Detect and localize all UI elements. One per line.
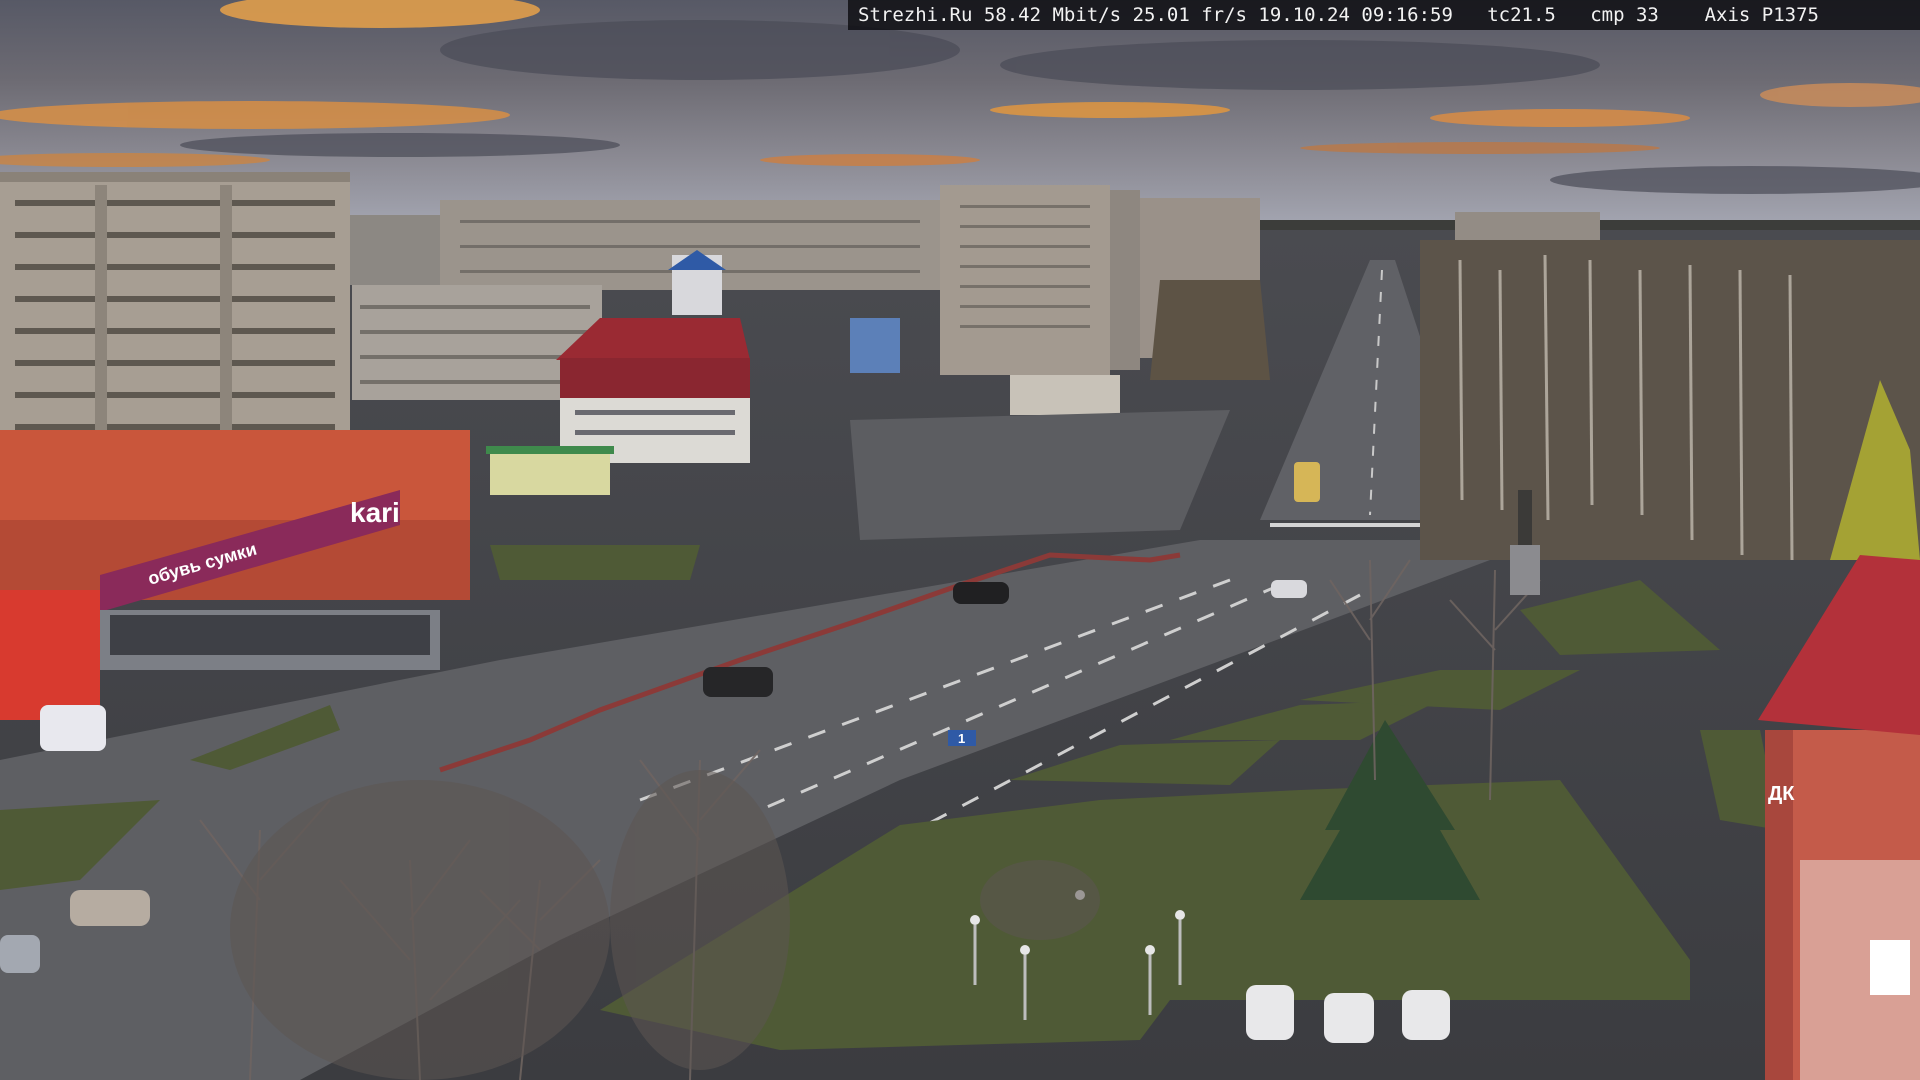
blue-building [850, 318, 900, 373]
overlay-camera: Axis P1375 [1704, 4, 1819, 26]
camera-info-overlay: Strezhi.Ru 58.42 Mbit/s 25.01 fr/s 19.10… [848, 0, 1920, 30]
red-roof-building [556, 318, 750, 463]
store-sign-main: kari [350, 497, 400, 528]
parked-cars [1246, 985, 1450, 1043]
overlay-framerate: 25.01 fr/s [1132, 4, 1247, 26]
overlay-site: Strezhi.Ru [858, 4, 973, 26]
dark-car [953, 582, 1009, 604]
overlay-tc: tc21.5 [1487, 4, 1556, 26]
black-car [703, 667, 773, 697]
parked-car-left-2 [0, 935, 40, 973]
central-plaza [850, 410, 1230, 540]
overlay-date: 19.10.24 [1258, 4, 1350, 26]
bus [1294, 462, 1320, 502]
overlay-time: 09:16:59 [1361, 4, 1453, 26]
overlay-cmp: cmp 33 [1590, 4, 1659, 26]
overlay-bitrate: 58.42 Mbit/s [983, 4, 1122, 26]
route-sign-text: 1 [958, 731, 965, 746]
webcam-scene: kari обувь сумки ДК 1 [0, 0, 1920, 1080]
tree-left-avenue [1150, 280, 1270, 380]
small-pavilion [1010, 375, 1120, 415]
monument-pedestal [1510, 545, 1540, 595]
monument-statue [1518, 490, 1532, 545]
white-van [40, 705, 106, 751]
building-sign: ДК [1768, 783, 1795, 805]
green-kiosk [490, 450, 610, 495]
white-car [1271, 580, 1307, 598]
parked-car-left [70, 890, 150, 926]
